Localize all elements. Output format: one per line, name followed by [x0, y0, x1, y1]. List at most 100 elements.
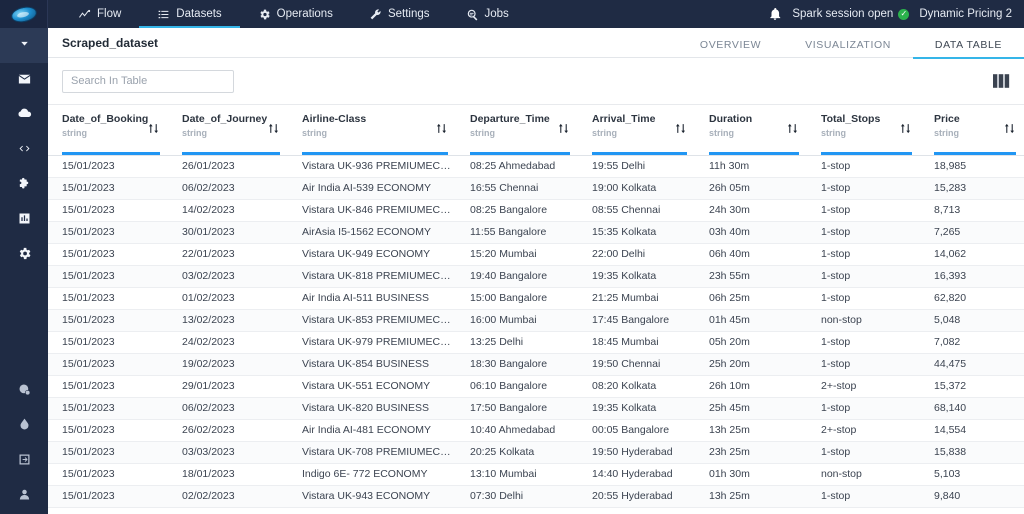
column-header-price[interactable]: Price string [920, 105, 1024, 156]
table-row[interactable]: 15/01/2023 24/02/2023 Vistara UK-979 PREMI… [48, 331, 1024, 354]
table-row[interactable]: 15/01/2023 30/01/2023 AirAsia I5-1562 ECON… [48, 221, 1024, 244]
rail-item-chevron-down[interactable] [0, 28, 48, 63]
table-cell-arrival_time: 15:35 Kolkata [578, 221, 695, 244]
table-cell-duration: 26h 05m [695, 177, 807, 200]
rail-item-mail[interactable] [0, 63, 48, 98]
column-health-bar [934, 151, 1016, 155]
table-cell-price: 7,082 [920, 331, 1024, 354]
nav-item-datasets[interactable]: Datasets [139, 0, 241, 28]
column-header-departure_time[interactable]: Departure_Time string [456, 105, 578, 156]
column-header-total_stops[interactable]: Total_Stops string [807, 105, 920, 156]
table-row[interactable]: 15/01/2023 18/01/2023 Indigo 6E- 772 ECONO… [48, 463, 1024, 486]
column-health-bar [592, 151, 687, 155]
sort-icon[interactable] [267, 122, 280, 135]
project-name[interactable]: Dynamic Pricing 2 [919, 8, 1016, 20]
table-row[interactable]: 15/01/2023 26/02/2023 Air India AI-481 ECO… [48, 419, 1024, 442]
sort-icon[interactable] [899, 122, 912, 135]
sort-icon[interactable] [786, 122, 799, 135]
table-cell-airline-class: Vistara UK-853 PREMIUMECONOMY [288, 309, 456, 332]
table-cell-airline-class: AirAsia I5-1562 ECONOMY [288, 221, 456, 244]
table-cell-total_stops: 1-stop [807, 331, 920, 354]
dataiku-logo-icon [9, 3, 38, 25]
table-row[interactable]: 15/01/2023 03/02/2023 Vistara UK-818 PREMI… [48, 265, 1024, 288]
table-cell-arrival_time: 21:25 Mumbai [578, 287, 695, 310]
table-cell-arrival_time: 19:00 Kolkata [578, 177, 695, 200]
table-cell-total_stops: 1-stop [807, 199, 920, 222]
nav-item-label: Jobs [484, 8, 509, 20]
column-header-duration[interactable]: Duration string [695, 105, 807, 156]
rail-item-user[interactable] [0, 479, 48, 514]
tab-data-table[interactable]: DATA TABLE [912, 39, 1024, 59]
table-cell-total_stops: 1-stop [807, 155, 920, 178]
rail-item-theme[interactable] [0, 409, 48, 444]
table-cell-date_of_journey: 14/02/2023 [168, 199, 288, 222]
sort-icon[interactable] [1003, 122, 1016, 135]
table-row[interactable]: 15/01/2023 02/02/2023 Vistara UK-943 ECONO… [48, 485, 1024, 508]
nav-item-settings[interactable]: Settings [351, 0, 448, 28]
column-header-inner: Airline-Class string [288, 113, 456, 138]
table-cell-price: 44,475 [920, 353, 1024, 376]
nav-item-flow[interactable]: Flow [60, 0, 139, 28]
table-cell-departure_time: 19:40 Bangalore [456, 265, 578, 288]
table-row[interactable]: 15/01/2023 06/02/2023 Air India AI-539 ECO… [48, 177, 1024, 200]
nav-item-jobs[interactable]: Jobs [448, 0, 527, 28]
table-row[interactable]: 15/01/2023 29/01/2023 Vistara UK-551 ECONO… [48, 375, 1024, 398]
chevron-down-icon [18, 37, 31, 55]
column-header-date_of_journey[interactable]: Date_of_Journey string [168, 105, 288, 156]
column-header-date_of_booking[interactable]: Date_of_Booking string [48, 105, 168, 156]
table-cell-date_of_journey: 26/01/2023 [168, 155, 288, 178]
nav-item-label: Settings [387, 8, 430, 20]
dataset-header: Scraped_dataset OVERVIEW VISUALIZATION DAT… [48, 28, 1024, 59]
table-cell-airline-class: Indigo 6E- 772 ECONOMY [288, 463, 456, 486]
puzzle-icon [17, 176, 32, 196]
column-header-arrival_time[interactable]: Arrival_Time string [578, 105, 695, 156]
app-logo[interactable] [0, 0, 48, 28]
rail-item-plugins[interactable] [0, 168, 48, 203]
table-cell-total_stops: 1-stop [807, 243, 920, 266]
table-row[interactable]: 15/01/2023 13/02/2023 Vistara UK-853 PREMI… [48, 309, 1024, 332]
rail-item-charts[interactable] [0, 203, 48, 238]
data-table-container[interactable]: Date_of_Booking string Date_of_Journey stri… [48, 105, 1024, 508]
rail-item-code[interactable] [0, 133, 48, 168]
tab-overview[interactable]: OVERVIEW [678, 39, 783, 58]
sort-icon[interactable] [674, 122, 687, 135]
column-health-bar [182, 151, 280, 155]
column-header-airline-class[interactable]: Airline-Class string [288, 105, 456, 156]
tab-visualization[interactable]: VISUALIZATION [783, 39, 913, 58]
sort-icon[interactable] [557, 122, 570, 135]
table-cell-arrival_time: 14:40 Hyderabad [578, 463, 695, 486]
table-row[interactable]: 15/01/2023 19/02/2023 Vistara UK-854 BUSIN… [48, 353, 1024, 376]
table-row[interactable]: 15/01/2023 03/03/2023 Vistara UK-708 PREMI… [48, 441, 1024, 464]
gear-icon [258, 8, 271, 21]
table-cell-date_of_journey: 18/01/2023 [168, 463, 288, 486]
search-input[interactable] [62, 69, 234, 93]
columns-icon[interactable] [993, 74, 1010, 88]
nav-item-label: Datasets [176, 8, 222, 20]
dataset-tabs: OVERVIEW VISUALIZATION DATA TABLE [678, 28, 1024, 59]
table-header-row: Date_of_Booking string Date_of_Journey stri… [48, 105, 1024, 156]
table-cell-date_of_journey: 06/02/2023 [168, 177, 288, 200]
table-cell-arrival_time: 19:50 Hyderabad [578, 441, 695, 464]
table-row[interactable]: 15/01/2023 14/02/2023 Vistara UK-846 PREMI… [48, 199, 1024, 222]
table-row[interactable]: 15/01/2023 26/01/2023 Vistara UK-936 PREMI… [48, 155, 1024, 178]
rail-item-cloud[interactable] [0, 98, 48, 133]
table-cell-duration: 11h 30m [695, 155, 807, 178]
bell-icon[interactable] [768, 7, 782, 21]
table-row[interactable]: 15/01/2023 22/01/2023 Vistara UK-949 ECONO… [48, 243, 1024, 266]
gear-icon [17, 246, 32, 266]
nav-item-operations[interactable]: Operations [240, 0, 351, 28]
table-cell-date_of_booking: 15/01/2023 [48, 463, 168, 486]
rail-item-login[interactable] [0, 444, 48, 479]
table-row[interactable]: 15/01/2023 01/02/2023 Air India AI-511 BUS… [48, 287, 1024, 310]
sort-icon[interactable] [435, 122, 448, 135]
table-cell-price: 5,103 [920, 463, 1024, 486]
table-cell-airline-class: Air India AI-539 ECONOMY [288, 177, 456, 200]
rail-item-settings[interactable] [0, 238, 48, 273]
sort-icon[interactable] [147, 122, 160, 135]
column-name: Airline-Class [302, 113, 367, 125]
rail-item-globe[interactable] [0, 374, 48, 409]
cloud-icon [17, 106, 32, 126]
table-cell-departure_time: 18:30 Bangalore [456, 353, 578, 376]
table-cell-date_of_booking: 15/01/2023 [48, 199, 168, 222]
table-row[interactable]: 15/01/2023 06/02/2023 Vistara UK-820 BUSIN… [48, 397, 1024, 420]
